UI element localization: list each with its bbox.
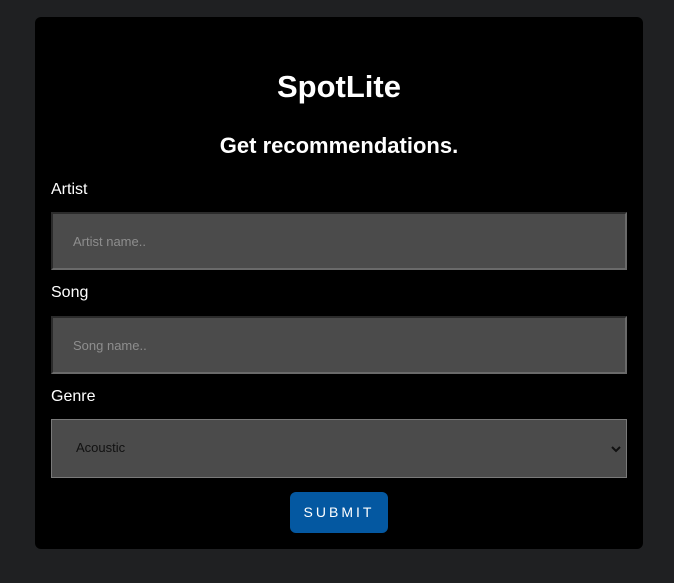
artist-input[interactable]	[51, 212, 627, 270]
genre-label: Genre	[51, 388, 96, 405]
artist-label: Artist	[51, 181, 88, 198]
submit-button[interactable]: SUBMIT	[290, 492, 388, 533]
recommendation-card: SpotLite Get recommendations. Artist Son…	[35, 17, 643, 549]
genre-selected-value: Acoustic	[76, 440, 126, 455]
genre-select[interactable]: Acoustic	[51, 419, 627, 478]
app-title: SpotLite	[277, 69, 401, 104]
song-label: Song	[51, 284, 89, 301]
form-heading: Get recommendations.	[219, 133, 459, 158]
song-input[interactable]	[51, 316, 627, 374]
chevron-down-icon	[611, 446, 621, 453]
